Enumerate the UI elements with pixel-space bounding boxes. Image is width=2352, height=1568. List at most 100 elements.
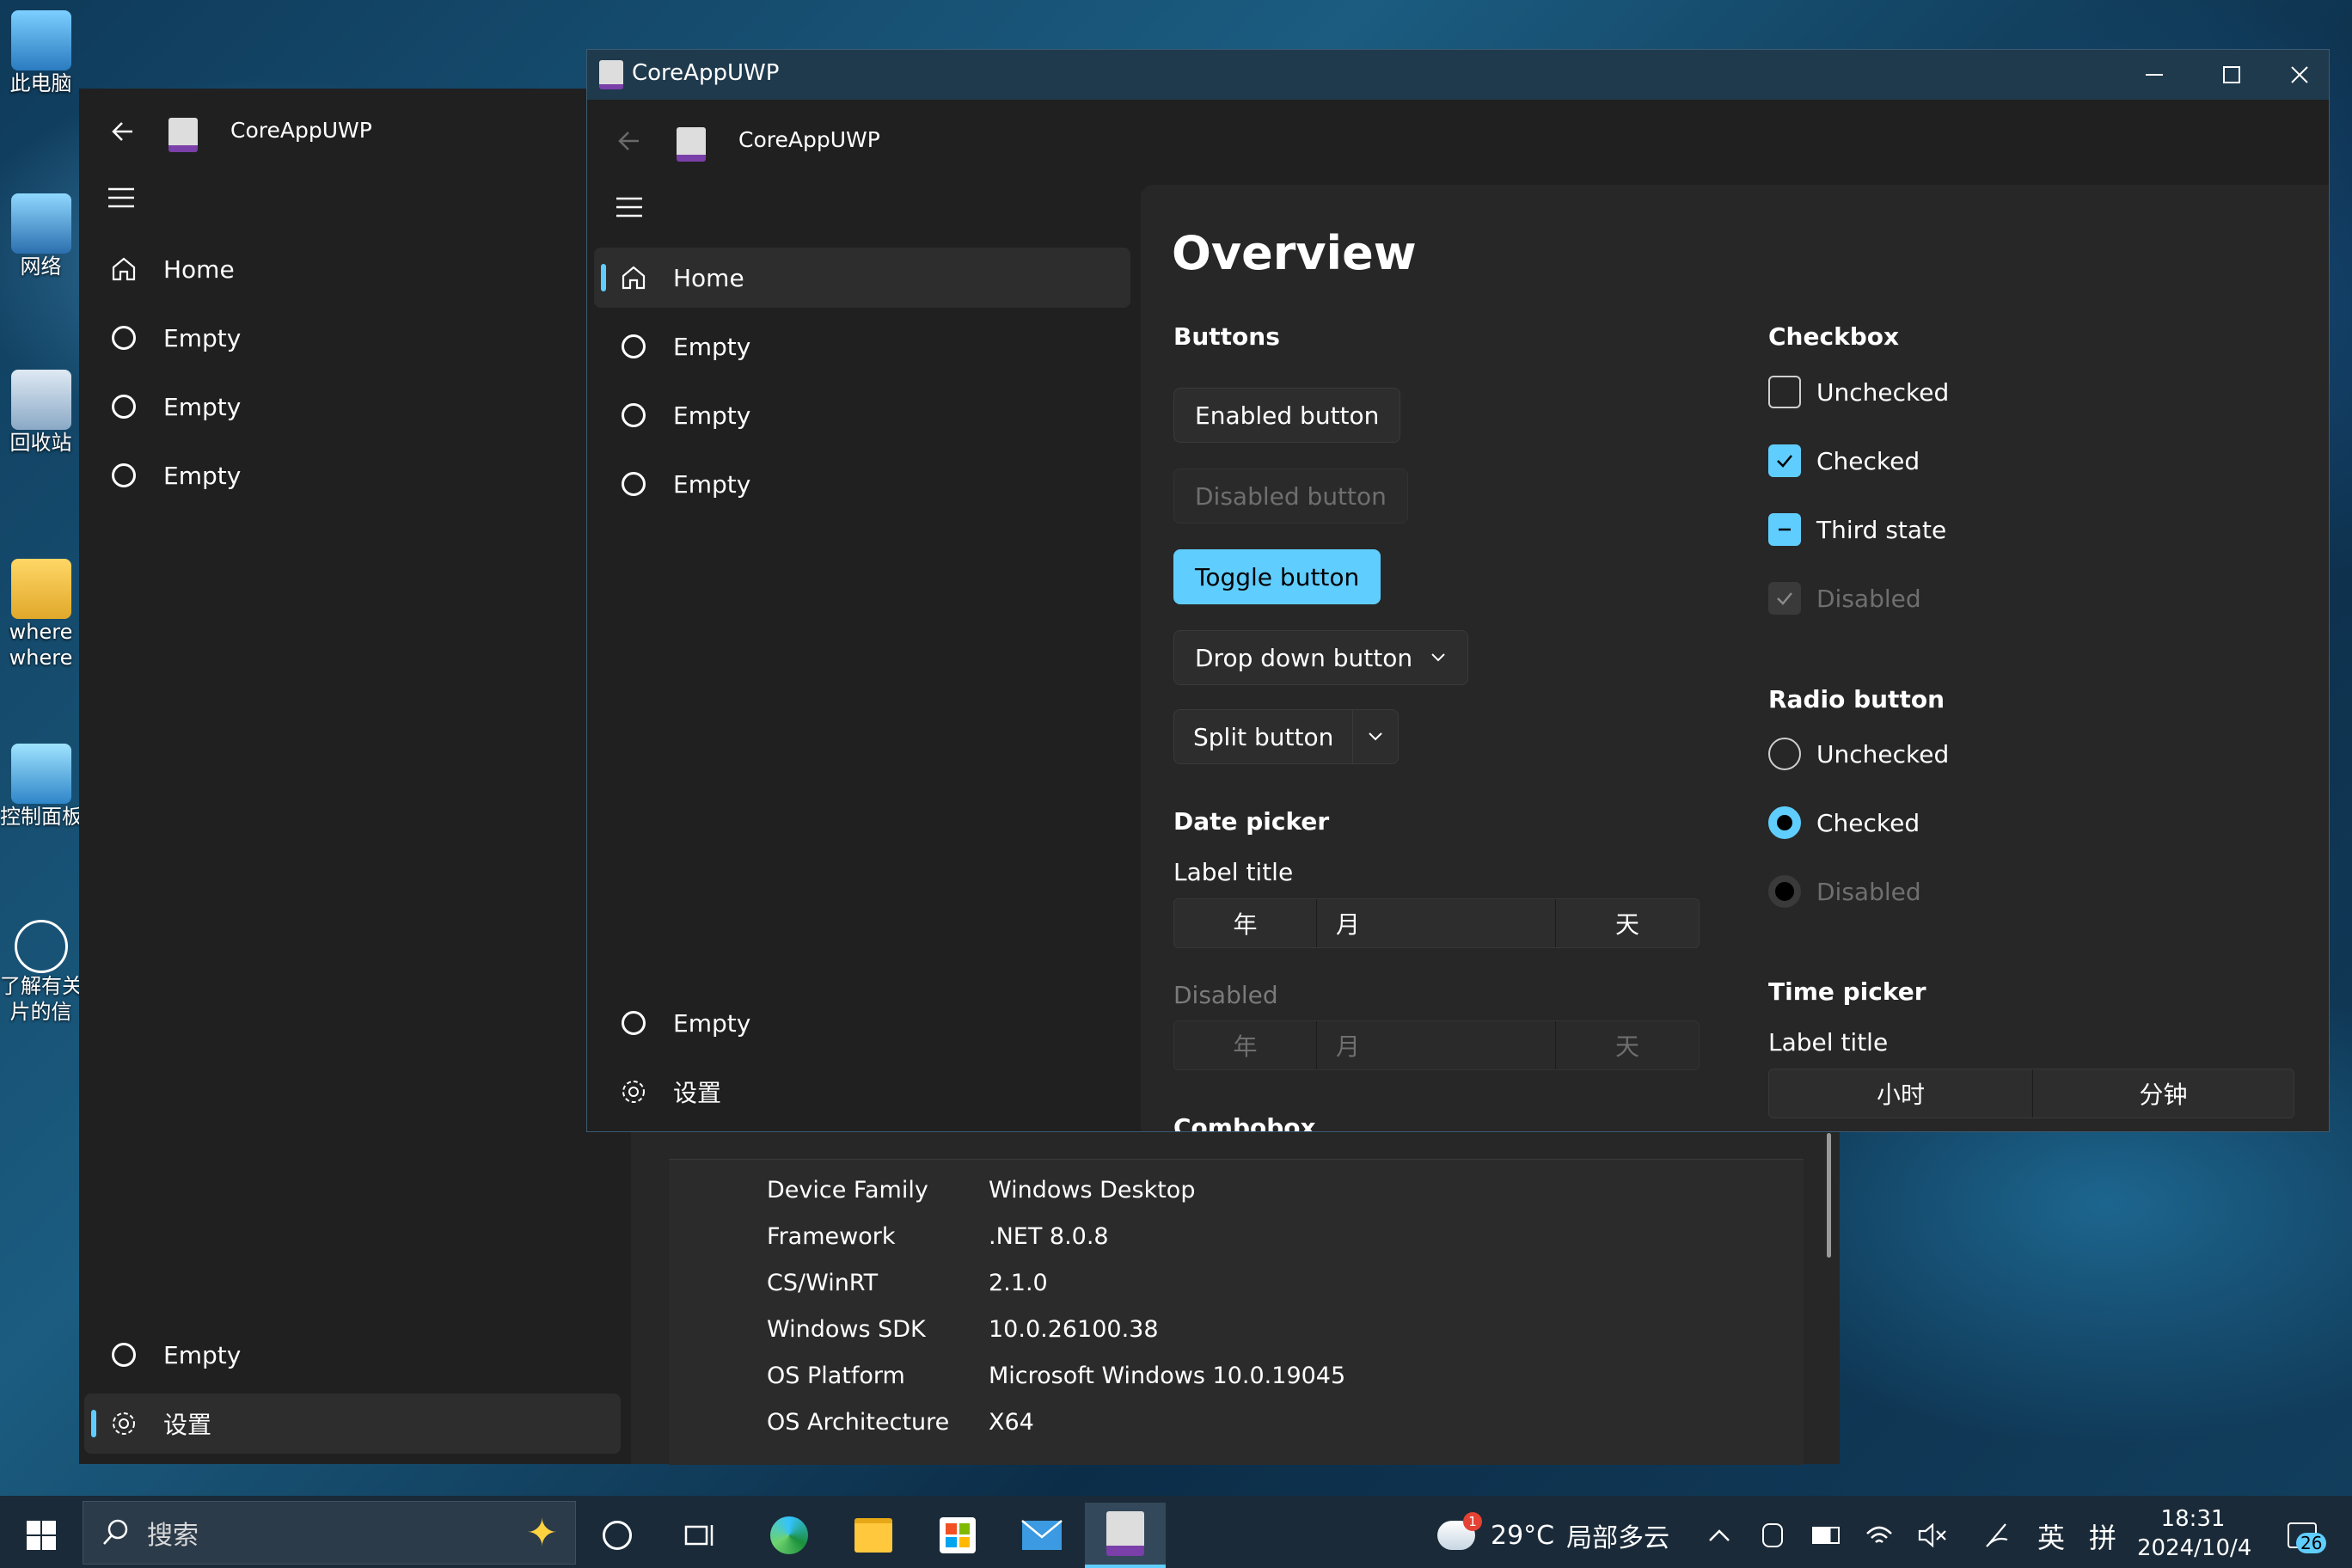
notification-center-button[interactable]: 26 — [2269, 1503, 2335, 1568]
nav-item-empty-footer[interactable]: Empty — [594, 993, 1130, 1053]
split-button-label[interactable]: Split button — [1174, 723, 1352, 751]
nav-item-empty[interactable]: Empty — [594, 316, 1130, 377]
circle-icon — [112, 326, 136, 350]
nav-item-empty[interactable]: Empty — [594, 385, 1130, 445]
search-highlight-sparkle-icon: ✦ — [526, 1510, 558, 1555]
indeterminate-icon — [1779, 528, 1791, 531]
store-icon — [940, 1517, 976, 1553]
edge-icon — [770, 1516, 808, 1554]
time-picker-hour[interactable]: 小时 — [1769, 1069, 2033, 1118]
back-button[interactable] — [613, 124, 647, 158]
radio-circle — [1768, 875, 1801, 908]
nav-item-home[interactable]: Home — [84, 239, 591, 299]
radio-unchecked[interactable]: Unchecked — [1768, 738, 1949, 770]
app-small-icon — [599, 60, 623, 89]
split-button-chevron[interactable] — [1353, 731, 1398, 743]
nav-label: Empty — [673, 469, 751, 499]
section-time-picker: Time picker — [1768, 977, 1926, 1006]
checkbox-third-state[interactable]: Third state — [1768, 513, 1946, 546]
info-value: .NET 8.0.8 — [989, 1223, 1109, 1250]
window-title: CoreAppUWP — [632, 60, 780, 86]
taskbar-file-explorer[interactable] — [841, 1503, 906, 1568]
date-picker-day[interactable]: 天 — [1556, 899, 1699, 947]
nav-label: Empty — [163, 323, 242, 352]
hamburger-menu-button[interactable] — [615, 194, 646, 224]
taskbar-coreappuwp[interactable] — [1085, 1503, 1166, 1568]
date-picker-year[interactable]: 年 — [1174, 899, 1317, 947]
nav-item-empty-footer[interactable]: Empty — [84, 1325, 591, 1385]
time-picker-minute[interactable]: 分钟 — [2033, 1069, 2294, 1118]
minimize-button[interactable] — [2116, 50, 2193, 100]
checkmark-icon — [1777, 455, 1792, 468]
hamburger-menu-button[interactable] — [107, 185, 138, 214]
date-picker-month[interactable]: 月 — [1317, 899, 1556, 947]
ime-language[interactable]: 英 — [2037, 1516, 2065, 1556]
taskbar-search-box[interactable]: 搜索 ✦ — [83, 1501, 576, 1565]
clock-time: 18:31 — [2160, 1506, 2226, 1532]
weather-widget[interactable]: 1 29°C 局部多云 — [1437, 1503, 1669, 1568]
nav-label: Empty — [163, 392, 242, 421]
desktop-icon-control-panel[interactable]: 控制面板 — [0, 744, 82, 830]
desktop-icon-label: 控制面板 — [0, 805, 82, 829]
date-picker-month: 月 — [1317, 1021, 1556, 1069]
ime-mode[interactable]: 拼 — [2089, 1516, 2116, 1556]
desktop-icon-network[interactable]: 网络 — [0, 193, 82, 279]
chevron-down-icon — [1369, 732, 1382, 741]
front-window: CoreAppUWP CoreAppUWP Home Empty Empty E… — [586, 49, 2330, 1132]
network-icon — [10, 193, 71, 254]
title-bar[interactable]: CoreAppUWP — [587, 50, 2329, 100]
nav-item-settings[interactable]: 设置 — [594, 1062, 1130, 1122]
checkbox-unchecked[interactable]: Unchecked — [1768, 376, 1949, 408]
content-area: Overview Buttons Enabled button Disabled… — [1141, 185, 2329, 1131]
nav-label: Home — [163, 254, 235, 284]
taskbar-store[interactable] — [925, 1503, 990, 1568]
task-view-button[interactable] — [667, 1503, 732, 1568]
section-combobox-cut-off: Combobox — [1173, 1113, 1316, 1131]
taskbar-edge[interactable] — [756, 1503, 822, 1568]
desktop-icon-recycle-bin[interactable]: 回收站 — [0, 370, 82, 456]
date-picker[interactable]: 年 月 天 — [1173, 898, 1700, 948]
checkbox-checked[interactable]: Checked — [1768, 444, 1920, 477]
nav-item-settings[interactable]: 设置 — [84, 1393, 621, 1454]
toggle-button[interactable]: Toggle button — [1173, 549, 1381, 604]
time-picker[interactable]: 小时 分钟 — [1768, 1069, 2294, 1118]
dropdown-button[interactable]: Drop down button — [1173, 630, 1469, 685]
desktop-icon-spotlight[interactable]: 了解有关 片的信 — [0, 920, 82, 1025]
disabled-button: Disabled button — [1173, 469, 1408, 524]
back-button[interactable] — [107, 114, 141, 149]
nav-item-empty[interactable]: Empty — [594, 454, 1130, 514]
desktop-icon-this-pc[interactable]: 此电脑 — [0, 10, 82, 96]
cortana-button[interactable] — [585, 1503, 650, 1568]
radio-checked[interactable]: Checked — [1768, 806, 1920, 839]
scrollbar[interactable] — [1827, 1133, 1831, 1258]
desktop-icon-label: 回收站 — [9, 431, 72, 455]
close-icon — [2291, 66, 2308, 83]
tray-volume[interactable] — [1900, 1503, 1965, 1568]
info-key: Windows SDK — [767, 1316, 926, 1343]
desktop-icon-folder[interactable]: where where — [0, 559, 82, 671]
app-logo-icon — [677, 127, 706, 162]
radio-label: Unchecked — [1816, 739, 1950, 769]
nav-item-home[interactable]: Home — [594, 248, 1130, 308]
split-button[interactable]: Split button — [1173, 709, 1399, 764]
nav-item-empty[interactable]: Empty — [84, 445, 591, 505]
circle-icon — [622, 334, 646, 358]
nav-item-empty[interactable]: Empty — [84, 377, 591, 437]
taskbar-mail[interactable] — [1009, 1503, 1075, 1568]
nav-item-empty[interactable]: Empty — [84, 308, 591, 368]
maximize-button[interactable] — [2193, 50, 2270, 100]
section-checkbox: Checkbox — [1768, 322, 1900, 351]
chevron-up-icon — [1709, 1529, 1730, 1541]
search-icon — [103, 1519, 128, 1545]
date-picker-year: 年 — [1174, 1021, 1317, 1069]
enabled-button[interactable]: Enabled button — [1173, 388, 1401, 443]
clock[interactable]: 18:31 2024/10/4 — [2137, 1504, 2251, 1563]
gear-icon — [622, 1081, 645, 1103]
control-panel-icon — [10, 744, 71, 804]
close-button[interactable] — [2270, 50, 2329, 100]
tray-pen[interactable] — [1965, 1503, 2030, 1568]
date-picker-disabled: 年 月 天 — [1173, 1020, 1700, 1070]
date-picker-label: Label title — [1173, 858, 1294, 886]
minimize-icon — [2146, 74, 2163, 76]
start-button[interactable] — [9, 1503, 74, 1568]
